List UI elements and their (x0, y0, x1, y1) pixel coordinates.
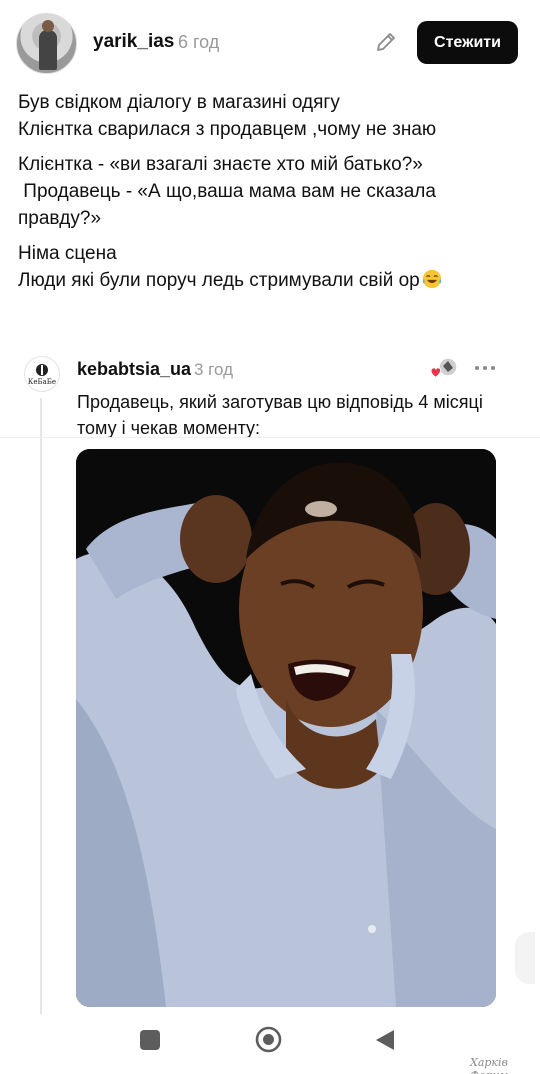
more-options-icon[interactable] (474, 364, 496, 372)
square-icon[interactable] (140, 1030, 160, 1050)
side-drawer-handle[interactable] (515, 932, 535, 984)
reply-text: Продавець, який заготував цю відповідь 4… (77, 392, 483, 438)
thread-line (40, 398, 42, 1014)
reaction-avatars-icon[interactable] (428, 356, 460, 382)
post-paragraph-3: Німа сцена Люди які були поруч ледь стри… (18, 240, 523, 294)
post-timestamp: 6 год (178, 32, 220, 52)
tears-of-joy-emoji-icon (422, 269, 441, 289)
reply-timestamp: 3 год (194, 360, 234, 379)
post-header: yarik_ias 6 год Стежити (0, 0, 540, 86)
post-paragraph-1: Був свідком діалогу в магазині одягу Клі… (18, 92, 437, 140)
follow-button[interactable]: Стежити (417, 21, 518, 64)
back-triangle-icon[interactable] (374, 1028, 396, 1052)
edit-pencil-icon[interactable] (374, 30, 398, 54)
author-username[interactable]: yarik_ias (93, 31, 174, 53)
watermark: Харків Форум (470, 1056, 508, 1074)
post-body: Був свідком діалогу в магазині одягу Клі… (18, 89, 523, 302)
post-paragraph-3-text: Німа сцена Люди які були поруч ледь стри… (18, 243, 420, 291)
author-avatar[interactable] (16, 13, 77, 74)
reply-author-avatar[interactable]: КеБаБе (24, 356, 60, 392)
post-paragraph-2: Клієнтка - «ви взагалі знаєте хто мій ба… (18, 154, 436, 229)
reply-username[interactable]: kebabtsia_ua (77, 359, 191, 380)
reply-avatar-text: КеБаБе (27, 377, 57, 386)
reply-photo[interactable] (76, 449, 496, 1007)
home-circle-icon[interactable] (255, 1026, 282, 1053)
laughing-man-photo-image (76, 449, 496, 1007)
kebab-logo-icon (36, 363, 48, 376)
divider (0, 437, 540, 438)
